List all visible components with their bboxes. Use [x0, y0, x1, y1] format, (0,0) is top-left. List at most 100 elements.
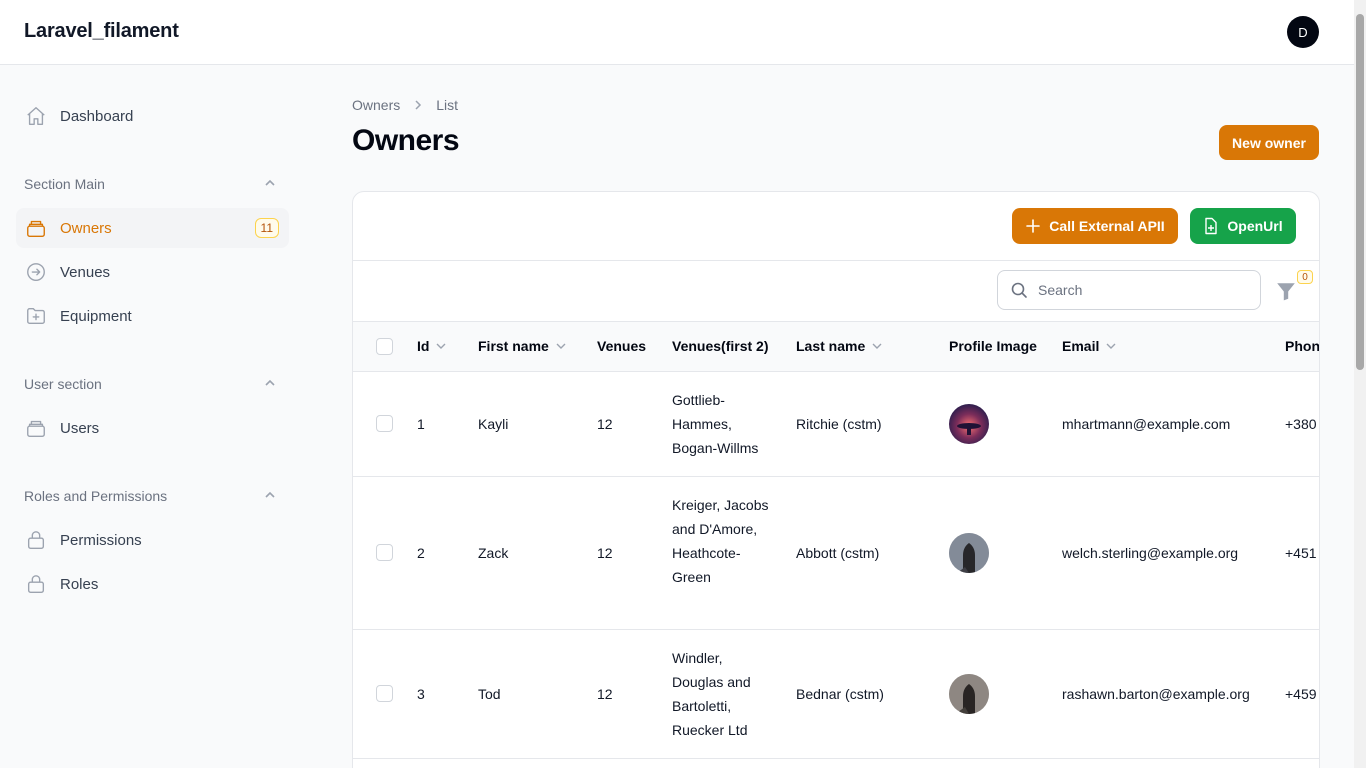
- app-title[interactable]: Laravel_filament: [24, 20, 179, 43]
- chevron-down-icon: [872, 343, 882, 349]
- search-icon: [1011, 282, 1027, 298]
- chevron-up-icon[interactable]: [262, 375, 278, 391]
- sidebar-item-label: Roles: [60, 575, 99, 593]
- cell-first-name: Kayli: [478, 416, 509, 432]
- sidebar-item-dashboard[interactable]: Dashboard: [16, 96, 289, 136]
- table-row[interactable]: 3 Tod 12 Windler, Douglas and Bartoletti…: [353, 630, 1319, 759]
- table-toolbar: 0: [353, 261, 1319, 322]
- cell-email: welch.sterling@example.org: [1062, 545, 1239, 561]
- folder-plus-icon: [24, 304, 48, 328]
- owners-count-badge: 11: [254, 218, 279, 238]
- search-field[interactable]: [997, 270, 1261, 310]
- column-header-last-name[interactable]: Last name: [796, 338, 883, 354]
- cell-venues: 12: [597, 416, 613, 432]
- open-url-label: OpenUrl: [1227, 218, 1283, 234]
- cell-phone: +380: [1285, 416, 1317, 432]
- column-header-label: Venues(first 2): [672, 338, 769, 354]
- column-header-first-name[interactable]: First name: [478, 338, 567, 354]
- filter-count-badge: 0: [1297, 270, 1313, 284]
- column-header-email[interactable]: Email: [1062, 338, 1117, 354]
- sidebar-item-permissions[interactable]: Permissions: [16, 520, 289, 560]
- cell-id: 2: [417, 545, 425, 561]
- cell-venues-first-2: Gottlieb-Hammes, Bogan-Willms: [672, 392, 759, 456]
- profile-image: [949, 404, 989, 444]
- open-url-button[interactable]: OpenUrl: [1190, 208, 1296, 244]
- new-owner-button[interactable]: New owner: [1219, 125, 1319, 160]
- column-header-label: Last name: [796, 338, 866, 354]
- sidebar-item-equipment[interactable]: Equipment: [16, 296, 289, 336]
- sidebar-item-label: Dashboard: [60, 107, 134, 125]
- column-header-profile-image: Profile Image: [949, 338, 1037, 354]
- cell-last-name: Bednar (cstm): [796, 686, 884, 702]
- column-header-label: First name: [478, 338, 549, 354]
- cell-venues-first-2: Windler, Douglas and Bartoletti, Ruecker…: [672, 650, 751, 738]
- cell-id: 3: [417, 686, 425, 702]
- arrow-circle-right-icon: [24, 260, 48, 284]
- column-header-venues-first-2: Venues(first 2): [672, 338, 768, 354]
- sidebar-item-venues[interactable]: Venues: [16, 252, 289, 292]
- cell-first-name: Tod: [478, 686, 501, 702]
- cell-email: mhartmann@example.com: [1062, 416, 1231, 432]
- owners-table-card: Call External APII OpenUrl 0 Id First na…: [352, 191, 1320, 768]
- top-bar: Laravel_filament D: [0, 0, 1354, 65]
- search-input[interactable]: [1038, 282, 1238, 298]
- column-header-label: Venues: [597, 338, 647, 354]
- nav-group-section-main[interactable]: Section Main: [24, 176, 105, 192]
- sidebar-item-label: Permissions: [60, 531, 142, 549]
- scrollbar-thumb[interactable]: [1356, 14, 1364, 370]
- select-all-checkbox[interactable]: [376, 338, 393, 355]
- chevron-right-icon: [412, 99, 424, 111]
- sidebar-item-roles[interactable]: Roles: [16, 564, 289, 604]
- column-header-label: Phon: [1285, 338, 1320, 354]
- column-header-label: Id: [417, 338, 430, 354]
- column-header-phone: Phon: [1285, 338, 1320, 354]
- filter-icon[interactable]: [1275, 280, 1297, 302]
- sidebar-item-label: Venues: [60, 263, 111, 281]
- row-checkbox[interactable]: [376, 415, 393, 432]
- nav-group-user-section[interactable]: User section: [24, 376, 102, 392]
- page-scrollbar[interactable]: [1354, 0, 1366, 768]
- call-external-api-button[interactable]: Call External APII: [1012, 208, 1178, 244]
- cell-venues: 12: [597, 686, 613, 702]
- cell-venues: 12: [597, 545, 613, 561]
- table-header-row: Id First name Venues Venues(first 2) Las…: [353, 322, 1319, 372]
- breadcrumb-current: List: [436, 97, 459, 113]
- cell-last-name: Ritchie (cstm): [796, 416, 882, 432]
- profile-image: [949, 533, 989, 573]
- cell-venues-first-2: Kreiger, Jacobs and D'Amore, Heathcote-G…: [672, 497, 769, 585]
- chevron-down-icon: [1106, 343, 1116, 349]
- user-avatar[interactable]: D: [1287, 16, 1319, 48]
- document-plus-icon: [1205, 217, 1218, 235]
- sidebar-item-owners[interactable]: Owners 11: [16, 208, 289, 248]
- breadcrumb: Owners List: [352, 97, 458, 113]
- sidebar-item-label: Users: [60, 419, 100, 437]
- nav-group-roles-permissions[interactable]: Roles and Permissions: [24, 488, 167, 504]
- column-header-label: Profile Image: [949, 338, 1037, 354]
- cell-phone: +451: [1285, 545, 1317, 561]
- sidebar-item-label: Owners: [60, 219, 112, 237]
- cell-phone: +459: [1285, 686, 1317, 702]
- chevron-down-icon: [436, 343, 446, 349]
- page-title: Owners: [352, 124, 460, 157]
- row-checkbox[interactable]: [376, 544, 393, 561]
- table-row[interactable]: 2 Zack 12 Kreiger, Jacobs and D'Amore, H…: [353, 477, 1319, 630]
- column-header-label: Email: [1062, 338, 1100, 354]
- cell-first-name: Zack: [478, 545, 509, 561]
- sidebar-item-label: Equipment: [60, 307, 132, 325]
- plus-icon: [1026, 219, 1041, 233]
- chevron-up-icon[interactable]: [262, 175, 278, 191]
- home-icon: [24, 104, 48, 128]
- sidebar-item-users[interactable]: Users: [16, 408, 289, 448]
- rectangle-stack-icon: [24, 216, 48, 240]
- call-external-api-label: Call External APII: [1049, 218, 1165, 234]
- profile-image: [949, 674, 989, 714]
- row-checkbox[interactable]: [376, 685, 393, 702]
- rectangle-stack-icon: [24, 416, 48, 440]
- breadcrumb-parent[interactable]: Owners: [352, 97, 400, 113]
- table-header-actions: Call External APII OpenUrl: [353, 192, 1319, 261]
- cell-email: rashawn.barton@example.org: [1062, 686, 1250, 702]
- lock-icon: [24, 572, 48, 596]
- chevron-up-icon[interactable]: [262, 487, 278, 503]
- column-header-id[interactable]: Id: [417, 338, 447, 354]
- table-row[interactable]: 1 Kayli 12 Gottlieb-Hammes, Bogan-Willms…: [353, 372, 1319, 477]
